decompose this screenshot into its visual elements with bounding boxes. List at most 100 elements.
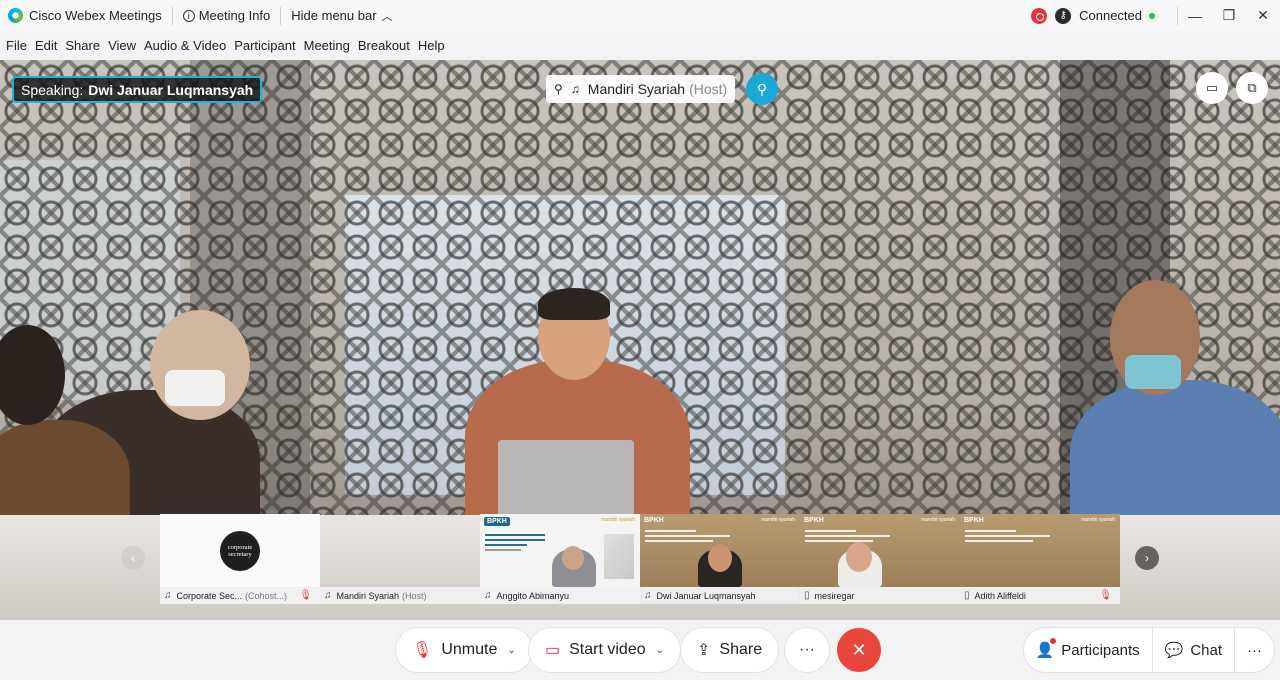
tile-label: ♫ Dwi Januar Luqmansyah: [640, 587, 800, 604]
participant-tile-active[interactable]: BPKH mandiri syariah ♫ Dwi Januar Luqman…: [640, 514, 800, 604]
participant-head: [708, 544, 732, 572]
info-icon: i: [182, 9, 195, 22]
slide-text: [965, 530, 1050, 545]
phone-icon: ▯: [964, 590, 970, 601]
active-speaker-label: Speaking: Dwi Januar Luqmansyah: [12, 76, 263, 103]
pin-outline-icon[interactable]: ⚲: [554, 82, 563, 96]
main-video-stage[interactable]: Speaking: Dwi Januar Luqmansyah ⚲ ♫ Mand…: [0, 60, 1280, 620]
recording-icon[interactable]: [1031, 7, 1048, 24]
menu-view[interactable]: View: [108, 38, 136, 53]
connection-key-icon[interactable]: ⚷: [1055, 7, 1072, 24]
chevron-down-icon[interactable]: ⌄: [507, 645, 515, 656]
participant-tile[interactable]: BPKH mandiri syariah ♫ Anggito Abimanyu: [480, 514, 640, 604]
participant-filmstrip: corporate secretary ♫ Corporate Sec... (…: [160, 514, 1120, 604]
headset-icon: ♫: [644, 590, 652, 601]
menu-meeting[interactable]: Meeting: [304, 38, 350, 53]
participant-name: mesiregar: [814, 590, 855, 601]
participant-tile[interactable]: corporate secretary ♫ Corporate Sec... (…: [160, 514, 320, 604]
participant-name: Corporate Sec...: [176, 590, 243, 601]
corporate-secretary-logo: corporate secretary: [220, 531, 260, 571]
share-icon: ⇪: [697, 642, 711, 659]
tile-label: ▯ Adith Aliffeldi 🎙: [960, 587, 1120, 604]
participant-name: Anggito Abimanyu: [496, 590, 570, 601]
menu-share[interactable]: Share: [65, 38, 100, 53]
close-button[interactable]: ✕: [1246, 0, 1280, 31]
share-button[interactable]: ⇪ Share: [681, 628, 779, 672]
tile-label: ▯ mesiregar: [800, 587, 960, 604]
speaking-name: Dwi Januar Luqmansyah: [88, 81, 254, 98]
start-video-label: Start video: [569, 641, 646, 658]
slide-graphic: [604, 534, 634, 579]
menu-participant[interactable]: Participant: [234, 38, 295, 53]
slide-text: [645, 530, 730, 545]
menu-file[interactable]: File: [6, 38, 27, 53]
tile-label: ♫ Mandiri Syariah (Host): [320, 587, 480, 604]
start-video-button[interactable]: ▭ Start video ⌄: [529, 628, 680, 672]
more-options-button[interactable]: ···: [785, 628, 829, 672]
participant-tile[interactable]: BPKH mandiri syariah ▯ mesiregar: [800, 514, 960, 604]
popout-icon[interactable]: ⧉: [1236, 72, 1268, 104]
host-name-pill[interactable]: ⚲ ♫ Mandiri Syariah (Host): [546, 75, 736, 103]
meeting-controls: 🎙 Unmute ⌄ ▭ Start video ⌄ ⇪ Share ··· ✕…: [0, 620, 1280, 680]
participant-name: Mandiri Syariah: [336, 590, 400, 601]
menu-breakout[interactable]: Breakout: [358, 38, 410, 53]
person-center-hair: [538, 288, 610, 320]
participant-role: (Host): [402, 590, 427, 601]
title-bar: Cisco Webex Meetings i Meeting Info Hide…: [0, 0, 1280, 31]
meeting-info-button[interactable]: i Meeting Info: [173, 0, 281, 31]
headset-icon: ♫: [484, 590, 492, 601]
participants-button[interactable]: 👤 Participants: [1024, 628, 1152, 672]
slide-brand: mandiri syariah: [921, 517, 955, 523]
panel-toggles: 👤 Participants 💬 Chat ···: [1023, 628, 1274, 672]
slide-logo: BPKH: [964, 517, 984, 524]
mic-muted-icon: 🎙: [1099, 590, 1112, 601]
tile-label: ♫ Corporate Sec... (Cohost...) 🎙: [160, 587, 320, 604]
slide-background: [960, 514, 1120, 587]
tile-label: ♫ Anggito Abimanyu: [480, 587, 640, 604]
menu-bar: File Edit Share View Audio & Video Parti…: [0, 31, 1280, 60]
chat-icon: 💬: [1164, 642, 1184, 659]
pin-icon[interactable]: ⚲: [746, 73, 778, 105]
more-panels-button[interactable]: ···: [1235, 628, 1274, 672]
laptop: [498, 440, 634, 520]
unmute-button[interactable]: 🎙 Unmute ⌄: [396, 628, 532, 672]
slide-brand: mandiri syariah: [761, 517, 795, 523]
share-label: Share: [719, 641, 763, 658]
headset-icon: ♫: [324, 590, 332, 601]
chevron-down-icon[interactable]: ⌄: [656, 645, 664, 656]
participant-tile[interactable]: ♫ Mandiri Syariah (Host): [320, 514, 480, 604]
menu-audio-video[interactable]: Audio & Video: [144, 38, 226, 53]
slide-brand: mandiri syariah: [601, 517, 635, 523]
slide-logo: BPKH: [484, 517, 510, 526]
filmstrip-next-icon[interactable]: ›: [1135, 546, 1159, 570]
slide-logo: BPKH: [644, 517, 664, 524]
connection-status: Connected: [1079, 8, 1142, 23]
participant-role: (Cohost...): [245, 590, 288, 601]
filmstrip-prev-icon[interactable]: ‹: [121, 546, 145, 570]
mic-muted-icon: 🎙: [299, 590, 312, 601]
end-meeting-icon[interactable]: ✕: [837, 628, 881, 672]
speaking-prefix: Speaking:: [21, 81, 84, 98]
app-title: Cisco Webex Meetings: [29, 8, 162, 23]
hide-menu-bar-button[interactable]: Hide menu bar ︿: [281, 0, 402, 31]
participant-tile[interactable]: BPKH mandiri syariah ▯ Adith Aliffeldi 🎙: [960, 514, 1120, 604]
phone-icon: ▯: [804, 590, 810, 601]
slide-text: [485, 534, 545, 554]
layout-icon[interactable]: ▭: [1196, 72, 1228, 104]
host-name: Mandiri Syariah: [587, 81, 686, 97]
notification-dot: [1049, 638, 1056, 644]
participant-name: Adith Aliffeldi: [974, 590, 1026, 601]
restore-button[interactable]: ❐: [1212, 0, 1246, 31]
minimize-button[interactable]: —: [1178, 0, 1212, 31]
connected-indicator: [1149, 12, 1155, 19]
participant-name: Dwi Januar Luqmansyah: [656, 590, 756, 601]
meeting-info-label: Meeting Info: [198, 8, 271, 23]
chat-button[interactable]: 💬 Chat: [1153, 628, 1234, 672]
headset-icon: ♫: [570, 82, 580, 96]
menu-edit[interactable]: Edit: [35, 38, 57, 53]
chevron-up-icon: ︿: [381, 10, 393, 23]
slide-text: [805, 530, 890, 545]
mask: [1125, 355, 1181, 389]
participants-label: Participants: [1061, 641, 1140, 659]
menu-help[interactable]: Help: [418, 38, 445, 53]
